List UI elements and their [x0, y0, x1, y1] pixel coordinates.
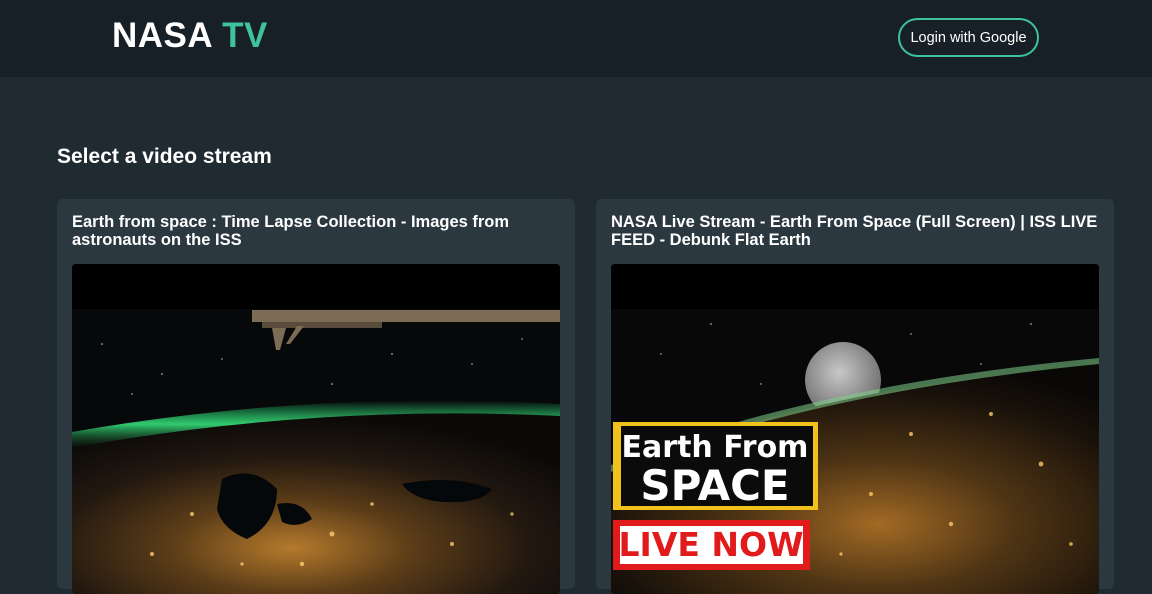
- svg-text:Earth From: Earth From: [622, 430, 809, 465]
- live-now-badge: LIVE NOW: [613, 520, 810, 570]
- logo-accent-text: TV: [222, 16, 268, 55]
- svg-text:SPACE: SPACE: [640, 461, 789, 510]
- video-title[interactable]: Earth from space : Time Lapse Collection…: [72, 213, 562, 249]
- login-with-google-button[interactable]: Login with Google: [898, 18, 1039, 57]
- video-stream-card-2[interactable]: NASA Live Stream - Earth From Space (Ful…: [596, 199, 1114, 594]
- earth-from-space-logo: Earth From SPACE: [613, 422, 818, 510]
- video-stream-card-1[interactable]: Earth from space : Time Lapse Collection…: [57, 199, 575, 594]
- logo[interactable]: NASA TV: [112, 15, 268, 57]
- video-thumbnail[interactable]: [72, 264, 560, 594]
- page-title: Select a video stream: [57, 145, 272, 168]
- earth-night-image: [72, 264, 560, 594]
- svg-text:LIVE NOW: LIVE NOW: [619, 525, 804, 564]
- earth-live-image: Earth From SPACE LIVE NOW: [611, 264, 1099, 594]
- video-thumbnail[interactable]: Earth From SPACE LIVE NOW: [611, 264, 1099, 594]
- logo-main-text: NASA: [112, 16, 212, 55]
- top-navbar: NASA TV Login with Google: [0, 0, 1152, 77]
- video-title[interactable]: NASA Live Stream - Earth From Space (Ful…: [611, 213, 1101, 249]
